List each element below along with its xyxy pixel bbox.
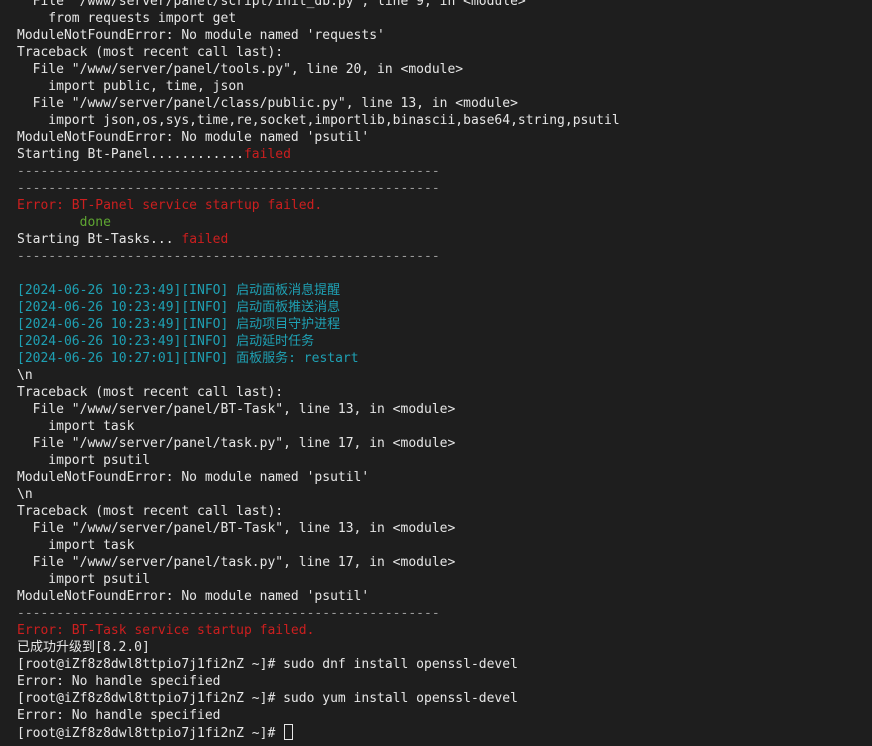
terminal-line: Error: BT-Task service startup failed. [17,622,872,639]
terminal-text-segment: [root@iZf8z8dwl8ttpio7j1fi2nZ ~]# [17,726,284,741]
terminal-text-segment: import json,os,sys,time,re,socket,import… [17,113,620,128]
terminal-text-segment: ----------------------------------------… [17,181,440,196]
terminal-text-segment: import task [17,538,135,553]
terminal-line: [2024-06-26 10:27:01][INFO] 面板服务: restar… [17,350,872,367]
terminal-text-segment: [root@iZf8z8dwl8ttpio7j1fi2nZ ~]# sudo y… [17,691,518,706]
terminal-text-segment: Traceback (most recent call last): [17,385,284,400]
terminal-text-segment: import task [17,419,135,434]
terminal-line: from requests import get [17,10,872,27]
terminal-text-segment: ModuleNotFoundError: No module named 'ps… [17,470,370,485]
terminal-line: ModuleNotFoundError: No module named 're… [17,27,872,44]
terminal-text-segment: ModuleNotFoundError: No module named 'ps… [17,589,370,604]
terminal-text-segment: Error: No handle specified [17,708,221,723]
terminal-line: Starting Bt-Tasks... failed [17,231,872,248]
terminal-line: ModuleNotFoundError: No module named 'ps… [17,588,872,605]
terminal-text-segment: Starting Bt-Panel............ [17,147,244,162]
terminal-text-segment: from requests import get [17,11,237,26]
terminal-text-segment: File "/www/server/panel/task.py", line 1… [17,555,456,570]
terminal-line: import public, time, json [17,78,872,95]
terminal-line: Traceback (most recent call last): [17,503,872,520]
terminal-line: ----------------------------------------… [17,180,872,197]
terminal-line: 已成功升级到[8.2.0] [17,639,872,656]
terminal-line: Traceback (most recent call last): [17,384,872,401]
terminal-line: Error: No handle specified [17,707,872,724]
terminal-line: ----------------------------------------… [17,605,872,622]
terminal-line: Error: BT-Panel service startup failed. [17,197,872,214]
terminal-text-segment: Error: BT-Panel service startup failed. [17,198,323,213]
terminal-text-segment: Error: No handle specified [17,674,221,689]
terminal-text-segment: ----------------------------------------… [17,164,440,179]
terminal-text-segment: [2024-06-26 10:23:49][INFO] 启动项目守护进程 [17,317,341,332]
terminal-line: [2024-06-26 10:23:49][INFO] 启动延时任务 [17,333,872,350]
terminal-line: \n [17,486,872,503]
terminal-text-segment: File "/www/server/panel/BT-Task", line 1… [17,521,456,536]
terminal-line: import task [17,418,872,435]
terminal-line: File "/www/server/panel/tools.py", line … [17,61,872,78]
terminal-text-segment: 已成功升级到[8.2.0] [17,640,150,655]
terminal-line: import json,os,sys,time,re,socket,import… [17,112,872,129]
terminal-line: File "/www/server/panel/BT-Task", line 1… [17,401,872,418]
terminal-line: File "/www/server/panel/task.py", line 1… [17,554,872,571]
terminal-line: ModuleNotFoundError: No module named 'ps… [17,469,872,486]
terminal-text-segment: import psutil [17,572,151,587]
terminal-text-segment: done [17,215,111,230]
terminal-text-segment: File "/www/server/panel/class/public.py"… [17,96,518,111]
terminal-line: Traceback (most recent call last): [17,44,872,61]
terminal-text-segment: ----------------------------------------… [17,606,440,621]
terminal-text-segment: import psutil [17,453,151,468]
terminal-text-segment: [2024-06-26 10:23:49][INFO] 启动面板消息提醒 [17,283,341,298]
terminal-line: File "/www/server/panel/script/init_db.p… [17,0,872,10]
terminal-text-segment: File "/www/server/panel/task.py", line 1… [17,436,456,451]
terminal-text-segment: File "/www/server/panel/script/init_db.p… [17,0,526,9]
terminal-text-segment: Starting Bt-Tasks... [17,232,182,247]
terminal-line: ModuleNotFoundError: No module named 'ps… [17,129,872,146]
terminal-text-segment: [2024-06-26 10:23:49][INFO] 启动面板推送消息 [17,300,341,315]
terminal-cursor[interactable] [284,724,294,740]
terminal-text-segment: \n [17,487,33,502]
terminal-text-segment: ----------------------------------------… [17,249,440,264]
terminal-line: [2024-06-26 10:23:49][INFO] 启动面板消息提醒 [17,282,872,299]
terminal-line: import psutil [17,571,872,588]
terminal-line: [root@iZf8z8dwl8ttpio7j1fi2nZ ~]# sudo d… [17,656,872,673]
terminal-text-segment: [2024-06-26 10:23:49][INFO] 启动延时任务 [17,334,315,349]
terminal-window[interactable]: File "/www/server/panel/script/init_db.p… [0,0,872,746]
terminal-text-segment: File "/www/server/panel/BT-Task", line 1… [17,402,456,417]
terminal-text-segment: ModuleNotFoundError: No module named 'ps… [17,130,370,145]
terminal-line: [2024-06-26 10:23:49][INFO] 启动面板推送消息 [17,299,872,316]
terminal-line: import psutil [17,452,872,469]
terminal-line: done [17,214,872,231]
terminal-line: Starting Bt-Panel............failed [17,146,872,163]
terminal-text-segment: failed [243,147,291,162]
terminal-line: ----------------------------------------… [17,163,872,180]
terminal-line: [root@iZf8z8dwl8ttpio7j1fi2nZ ~]# sudo y… [17,690,872,707]
terminal-text-segment: [2024-06-26 10:27:01][INFO] 面板服务: restar… [17,351,359,366]
terminal-line: Error: No handle specified [17,673,872,690]
terminal-line: [2024-06-26 10:23:49][INFO] 启动项目守护进程 [17,316,872,333]
terminal-line: File "/www/server/panel/class/public.py"… [17,95,872,112]
terminal-line: \n [17,367,872,384]
terminal-line: [root@iZf8z8dwl8ttpio7j1fi2nZ ~]# [17,724,872,741]
terminal-text-segment: Error: BT-Task service startup failed. [17,623,315,638]
terminal-output: File "/www/server/panel/script/init_db.p… [17,0,872,741]
terminal-text-segment: \n [17,368,33,383]
terminal-text-segment: failed [181,232,229,247]
terminal-text-segment: ModuleNotFoundError: No module named 're… [17,28,385,43]
terminal-text-segment: File "/www/server/panel/tools.py", line … [17,62,464,77]
terminal-line: ----------------------------------------… [17,248,872,265]
terminal-line: File "/www/server/panel/BT-Task", line 1… [17,520,872,537]
terminal-line: import task [17,537,872,554]
terminal-text-segment: Traceback (most recent call last): [17,45,284,60]
terminal-text-segment: import public, time, json [17,79,244,94]
terminal-line: File "/www/server/panel/task.py", line 1… [17,435,872,452]
terminal-text-segment: [root@iZf8z8dwl8ttpio7j1fi2nZ ~]# sudo d… [17,657,518,672]
terminal-text-segment: Traceback (most recent call last): [17,504,284,519]
